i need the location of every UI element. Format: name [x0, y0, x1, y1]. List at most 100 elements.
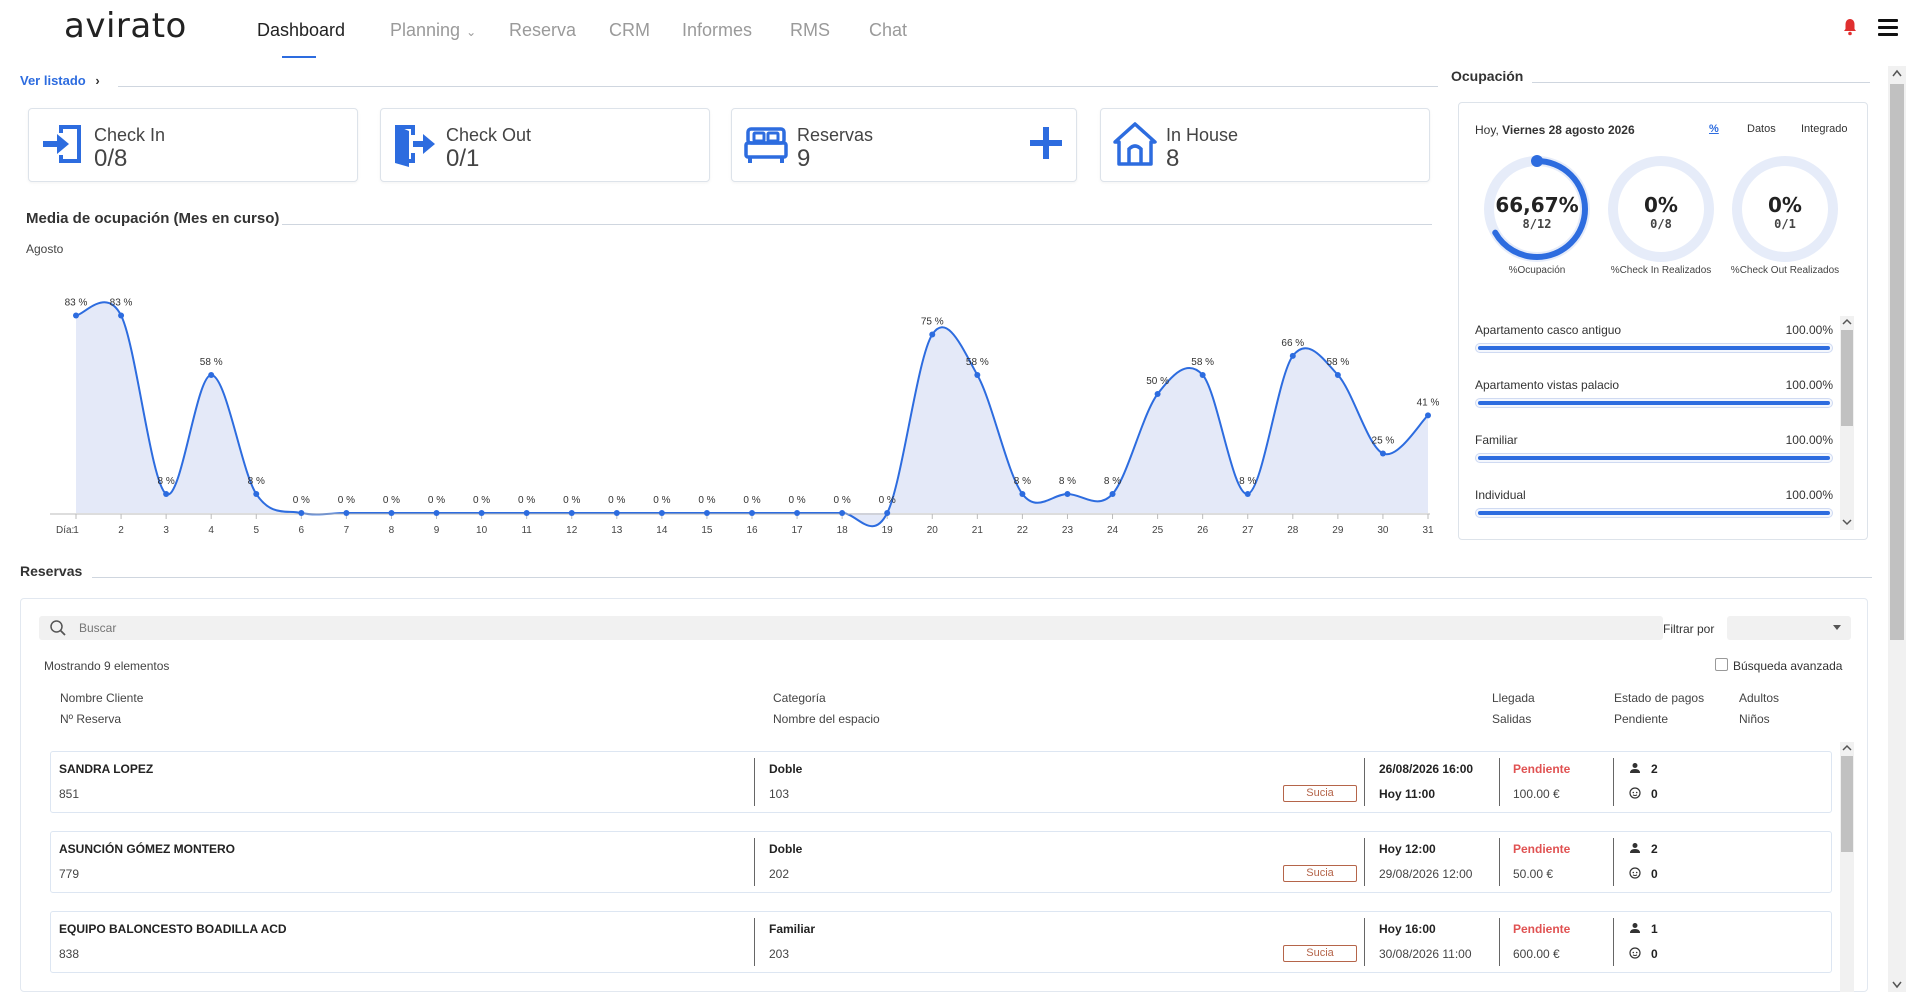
chart-data-point[interactable]: [929, 331, 936, 338]
chart-data-point[interactable]: [1289, 352, 1296, 359]
chart-data-point[interactable]: [1154, 391, 1161, 397]
room-occupancy-row: Apartamento casco antiguo 100.00%: [1475, 323, 1833, 375]
nav-crm[interactable]: CRM: [609, 20, 650, 41]
column-divider: [754, 758, 755, 806]
chart-data-label: 50 %: [1146, 376, 1169, 387]
chart-data-label: 25 %: [1372, 436, 1395, 447]
nav-chat[interactable]: Chat: [869, 20, 907, 41]
adult-icon: [1630, 843, 1640, 853]
room-occupancy-row: Apartamento vistas palacio 100.00%: [1475, 378, 1833, 430]
nav-chat-label: Chat: [869, 20, 908, 40]
chart-data-point[interactable]: [73, 312, 79, 319]
occupancy-donut-label: %Ocupación: [1508, 265, 1566, 276]
nav-planning-label: Planning: [390, 20, 461, 40]
nav-informes-label: Informes: [682, 20, 753, 40]
chart-data-point[interactable]: [568, 510, 575, 516]
check-in-card[interactable]: Check In 0/8: [28, 108, 358, 182]
chart-x-tick-label: 15: [701, 525, 713, 536]
nav-informes[interactable]: Informes: [682, 20, 752, 41]
search-box[interactable]: [39, 616, 1663, 640]
chart-data-point[interactable]: [253, 490, 260, 497]
chart-data-point[interactable]: [1019, 490, 1026, 497]
ver-listado-link[interactable]: Ver listado ›: [20, 73, 100, 88]
room-occupancy-row: Familiar 100.00%: [1475, 433, 1833, 485]
chart-data-point[interactable]: [298, 510, 305, 516]
chart-data-point[interactable]: [794, 510, 801, 516]
check-out-donut-sub: 0/1: [1774, 217, 1796, 231]
chart-data-point[interactable]: [1064, 490, 1071, 497]
advanced-search-label[interactable]: Búsqueda avanzada: [1733, 659, 1842, 673]
status-badge: Sucia: [1283, 785, 1357, 802]
chart-data-point[interactable]: [1425, 412, 1431, 419]
children-count: 0: [1651, 867, 1658, 881]
chart-data-point[interactable]: [1244, 490, 1251, 497]
nav-rms[interactable]: RMS: [790, 20, 830, 41]
chart-data-point[interactable]: [1109, 490, 1116, 497]
column-header-pending[interactable]: Pendiente: [1614, 712, 1668, 726]
chart-data-point[interactable]: [1199, 371, 1206, 378]
chart-data-point[interactable]: [433, 510, 440, 516]
column-header-children[interactable]: Niños: [1739, 712, 1770, 726]
chart-data-point[interactable]: [478, 510, 485, 516]
payment-status: Pendiente: [1513, 922, 1571, 936]
search-input[interactable]: [79, 618, 1579, 638]
adults-count: 2: [1651, 842, 1658, 856]
chart-data-label: 0 %: [698, 495, 715, 506]
filter-select[interactable]: [1727, 616, 1851, 640]
nav-reserva[interactable]: Reserva: [509, 20, 576, 41]
chart-data-point[interactable]: [974, 371, 981, 378]
chart-data-point[interactable]: [839, 510, 846, 516]
plus-icon[interactable]: [1028, 125, 1064, 161]
reservation-row[interactable]: ASUNCIÓN GÓMEZ MONTERO 779 Doble 202 Suc…: [50, 831, 1832, 893]
bell-icon[interactable]: [1843, 18, 1857, 36]
occupancy-scrollbar[interactable]: [1840, 316, 1854, 530]
column-header-payment-status[interactable]: Estado de pagos: [1614, 691, 1704, 705]
chart-data-point[interactable]: [749, 510, 755, 516]
chart-data-point[interactable]: [703, 510, 710, 516]
reservation-row[interactable]: EQUIPO BALONCESTO BOADILLA ACD 838 Famil…: [50, 911, 1832, 973]
chart-data-label: 58 %: [1326, 357, 1349, 368]
column-header-space[interactable]: Nombre del espacio: [773, 712, 880, 726]
advanced-search-checkbox[interactable]: [1715, 658, 1728, 671]
chart-data-point[interactable]: [523, 510, 530, 516]
check-out-card[interactable]: Check Out 0/1: [380, 108, 710, 182]
nav-planning[interactable]: Planning ⌄: [390, 20, 476, 41]
chart-data-label: 75 %: [921, 317, 944, 328]
tab-datos[interactable]: Datos: [1747, 123, 1776, 135]
chart-data-point[interactable]: [884, 510, 891, 516]
chart-data-point[interactable]: [388, 510, 395, 516]
column-header-name[interactable]: Nombre Cliente: [60, 691, 143, 705]
avirato-logo[interactable]: avirato: [64, 6, 187, 46]
column-header-arrival[interactable]: Llegada: [1492, 691, 1535, 705]
caret-down-icon: [1833, 625, 1841, 630]
chart-x-tick-label: 8: [389, 525, 395, 536]
tab-integrado[interactable]: Integrado: [1801, 123, 1847, 135]
chart-data-point[interactable]: [343, 510, 350, 516]
reservation-row[interactable]: SANDRA LOPEZ 851 Doble 103 Sucia 26/08/2…: [50, 751, 1832, 813]
chart-x-tick-label: 27: [1242, 525, 1254, 536]
column-header-adults[interactable]: Adultos: [1739, 691, 1779, 705]
chart-data-point[interactable]: [658, 510, 665, 516]
chart-data-point[interactable]: [118, 312, 125, 319]
column-header-category[interactable]: Categoría: [773, 691, 826, 705]
tab-percent[interactable]: %: [1709, 123, 1719, 135]
chart-data-point[interactable]: [163, 490, 170, 497]
chart-data-label: 0 %: [653, 495, 670, 506]
column-header-departure[interactable]: Salidas: [1492, 712, 1531, 726]
hamburger-menu-icon[interactable]: [1878, 19, 1898, 36]
chart-data-point[interactable]: [1334, 371, 1341, 378]
chart-section-title: Media de ocupación (Mes en curso): [26, 210, 280, 227]
nav-dashboard[interactable]: Dashboard: [257, 20, 345, 41]
page-scrollbar[interactable]: [1888, 66, 1906, 992]
reservation-number: 779: [59, 867, 80, 881]
chart-data-point[interactable]: [208, 371, 215, 378]
chart-data-point[interactable]: [1379, 450, 1386, 457]
reservas-card[interactable]: Reservas 9: [731, 108, 1077, 182]
client-name: SANDRA LOPEZ: [59, 762, 154, 776]
room-category: Familiar: [769, 922, 816, 936]
column-header-number[interactable]: Nº Reserva: [60, 712, 121, 726]
chart-x-tick-label: 23: [1062, 525, 1074, 536]
chart-data-point[interactable]: [613, 510, 620, 516]
in-house-card[interactable]: In House 8: [1100, 108, 1430, 182]
reservas-scrollbar[interactable]: [1840, 742, 1854, 992]
